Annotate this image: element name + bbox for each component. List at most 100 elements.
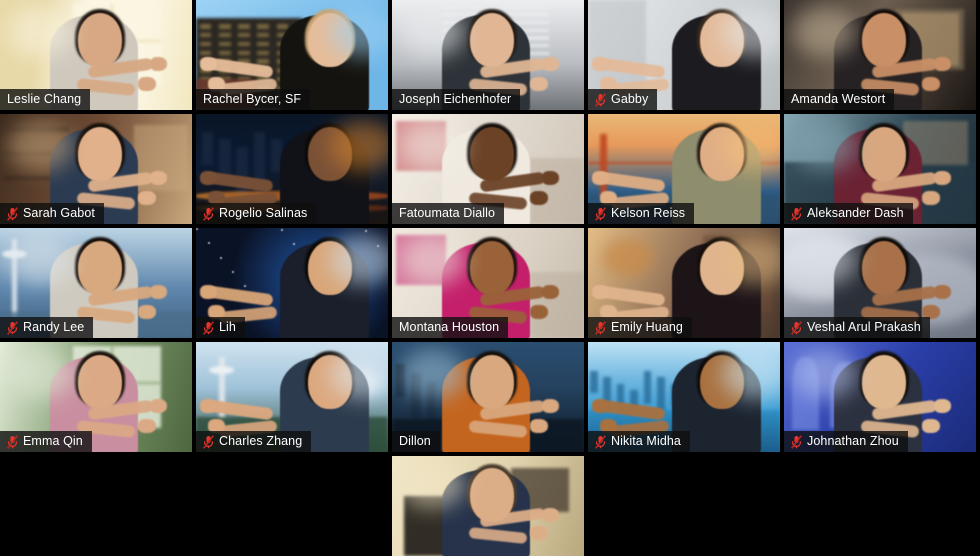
participant-head (861, 127, 906, 182)
participant-tile[interactable]: Randy Lee (0, 228, 192, 338)
skyline-tower (589, 370, 598, 393)
building-window (219, 50, 231, 55)
participant-nameplate: Gabby (588, 89, 658, 110)
participant-nameplate: Johnathan Zhou (784, 431, 908, 452)
participant-tile[interactable]: Leslie Chang (0, 0, 192, 110)
star (196, 228, 198, 230)
participant-head (77, 127, 122, 182)
participant-hand-pointing (199, 285, 218, 299)
building-window (219, 33, 231, 38)
lighting-glare (7, 234, 73, 286)
mic-muted-icon (7, 320, 18, 335)
space-needle-saucer (209, 366, 235, 374)
participant-tile[interactable]: Charles Zhang (196, 342, 388, 452)
participant-nameplate: Dillon (392, 431, 440, 452)
participant-tile[interactable] (392, 456, 584, 556)
skyline-tower (643, 370, 652, 404)
participant-head (77, 241, 122, 296)
participant-tile[interactable]: Emily Huang (588, 228, 780, 338)
participant-tile[interactable]: Johnathan Zhou (784, 342, 976, 452)
lighting-glare (330, 120, 388, 172)
participant-hand-pointing (199, 399, 218, 413)
participant-tile[interactable]: Sarah Gabot (0, 114, 192, 224)
participant-tile[interactable]: Joseph Eichenhofer (392, 0, 584, 110)
participant-name-label: Amanda Westort (791, 92, 886, 106)
building-window (257, 33, 269, 38)
lighting-glare (399, 6, 465, 58)
star (220, 256, 223, 259)
participant-tile[interactable]: Rachel Bycer, SF (196, 0, 388, 110)
lighting-glare (7, 6, 73, 58)
participant-tile[interactable]: Fatoumata Diallo (392, 114, 584, 224)
participant-tile[interactable]: Lih (196, 228, 388, 338)
participant-name-label: Emily Huang (611, 320, 683, 334)
lighting-glare (330, 234, 388, 286)
lighting-glare (399, 348, 465, 400)
participant-tile[interactable]: Aleksander Dash (784, 114, 976, 224)
participant-nameplate: Joseph Eichenhofer (392, 89, 521, 110)
participant-hand-pointing (541, 57, 560, 71)
lighting-glare (722, 348, 780, 400)
participant-hand-pointing (591, 285, 610, 299)
participant-name-label: Montana Houston (399, 320, 500, 334)
participant-tile[interactable]: Emma Qin (0, 342, 192, 452)
building-window (199, 41, 212, 47)
lighting-glare (399, 234, 465, 286)
participant-name-label: Gabby (611, 92, 649, 106)
building-window (257, 41, 269, 47)
participant-name-label: Sarah Gabot (23, 206, 95, 220)
participant-name-label: Aleksander Dash (807, 206, 904, 220)
mic-muted-icon (791, 434, 802, 449)
mic-muted-icon (595, 434, 606, 449)
participant-nameplate: Leslie Chang (0, 89, 91, 110)
participant-nameplate: Montana Houston (392, 317, 509, 338)
lighting-glare (330, 348, 388, 400)
lighting-glare (722, 234, 780, 286)
participant-nameplate: Randy Lee (0, 317, 94, 338)
building-window (238, 41, 250, 47)
participant-head (469, 355, 514, 410)
participant-nameplate: Kelson Reiss (588, 203, 695, 224)
participant-tile[interactable]: Amanda Westort (784, 0, 976, 110)
participant-hand-pointing (530, 305, 548, 319)
participant-nameplate: Lih (196, 317, 245, 338)
participant-tile[interactable]: Gabby (588, 0, 780, 110)
participant-nameplate: Aleksander Dash (784, 203, 913, 224)
participant-tile[interactable]: Veshal Arul Prakash (784, 228, 976, 338)
participant-nameplate: Charles Zhang (196, 431, 312, 452)
participant-nameplate: Rogelio Salinas (196, 203, 317, 224)
participant-hand-pointing (149, 285, 168, 299)
mic-muted-icon (203, 206, 214, 221)
mic-muted-icon (595, 206, 606, 221)
participant-head (469, 127, 514, 182)
participant-nameplate: Rachel Bycer, SF (196, 89, 311, 110)
participant-head (469, 13, 514, 68)
participant-name-label: Charles Zhang (219, 434, 303, 448)
participant-head (861, 13, 906, 68)
participant-hand-pointing (199, 171, 218, 185)
participant-hand-pointing (541, 399, 560, 413)
participant-hand-pointing (922, 191, 940, 205)
participant-tile[interactable]: Montana Houston (392, 228, 584, 338)
participant-hand-pointing (530, 77, 548, 91)
participant-nameplate: Emily Huang (588, 317, 692, 338)
lighting-glare (791, 120, 857, 172)
mic-muted-icon (7, 434, 18, 449)
participant-name-label: Randy Lee (23, 320, 85, 334)
participant-tile[interactable]: Rogelio Salinas (196, 114, 388, 224)
participant-hand-pointing (138, 419, 156, 433)
participant-hand-pointing (933, 285, 952, 299)
lighting-glare (330, 6, 388, 58)
participant-tile[interactable]: Dillon (392, 342, 584, 452)
participant-hand-pointing (199, 57, 218, 71)
participant-tile[interactable]: Nikita Midha (588, 342, 780, 452)
participant-hand-pointing (138, 77, 156, 91)
participant-hand-pointing (149, 57, 168, 71)
star (280, 229, 283, 232)
participant-name-label: Nikita Midha (611, 434, 681, 448)
mic-muted-icon (595, 92, 606, 107)
participant-tile[interactable]: Kelson Reiss (588, 114, 780, 224)
participant-nameplate: Fatoumata Diallo (392, 203, 505, 224)
building-window (219, 24, 231, 29)
participant-head (77, 355, 122, 410)
